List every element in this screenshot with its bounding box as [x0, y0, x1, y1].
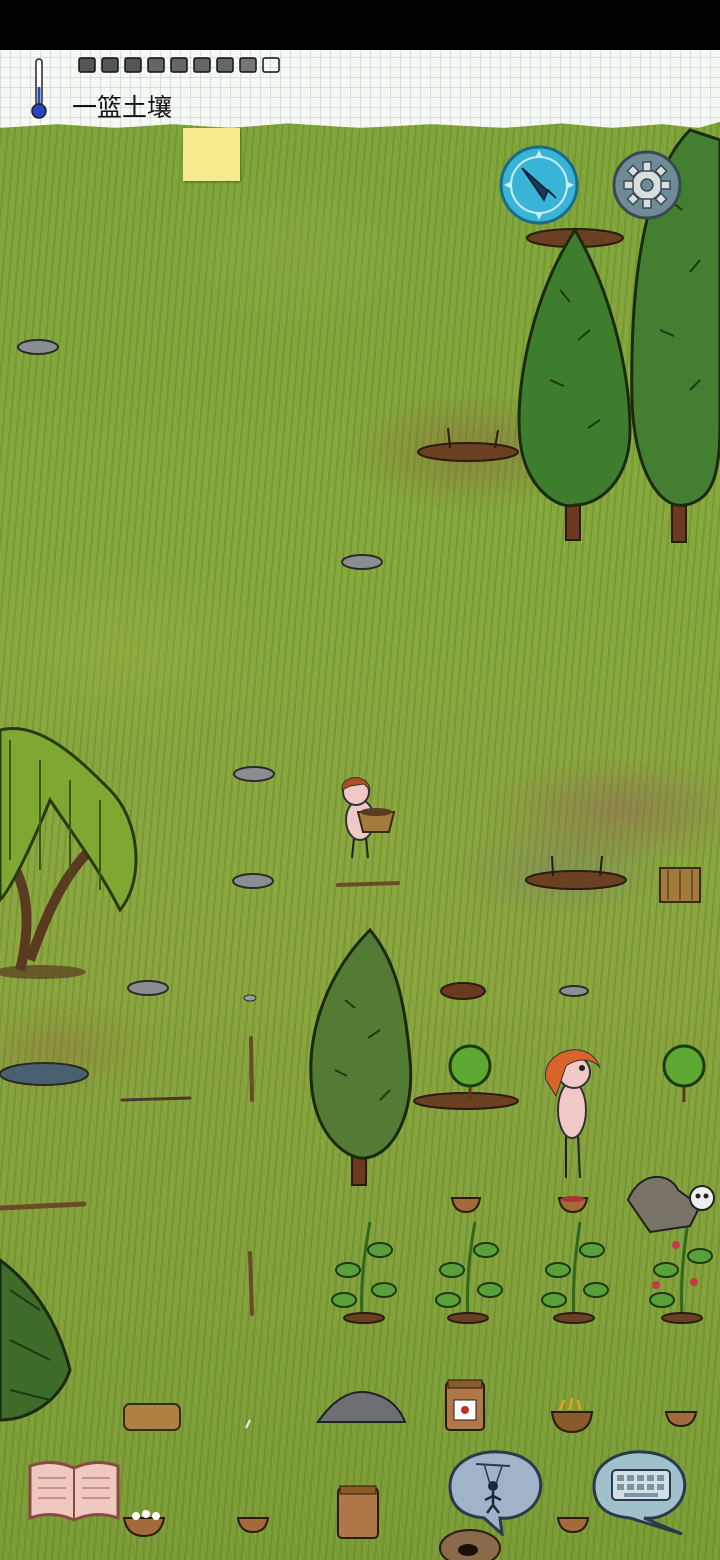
bean-plant[interactable]	[331, 1221, 397, 1324]
branch[interactable]	[336, 881, 400, 887]
food-pip-icon	[147, 57, 165, 73]
straw-bundle[interactable]	[123, 1403, 181, 1431]
clay-bowl[interactable]	[664, 1411, 698, 1428]
reed-bundle[interactable]	[659, 867, 701, 903]
long-shaft[interactable]	[249, 1036, 254, 1102]
pebble[interactable]	[243, 994, 257, 1002]
juniper-tree[interactable]	[309, 927, 413, 1186]
basket-of-carrots[interactable]	[550, 1397, 594, 1434]
gear-icon[interactable]	[612, 150, 682, 220]
food-pip-icon	[239, 57, 257, 73]
note-icon[interactable]	[183, 128, 240, 181]
rock[interactable]	[233, 766, 275, 782]
food-pip-icon	[124, 57, 142, 73]
rose-bush[interactable]	[649, 1221, 713, 1324]
book-icon[interactable]	[26, 1456, 122, 1526]
food-meter	[78, 56, 280, 78]
game-screen: 一篮土壤	[0, 0, 720, 1560]
player-character[interactable]	[341, 777, 396, 859]
rock[interactable]	[17, 339, 59, 355]
gooseberry-bush[interactable]	[662, 1044, 706, 1102]
puppet-icon[interactable]	[440, 1446, 548, 1536]
juniper-tree[interactable]	[517, 227, 632, 541]
stake[interactable]	[248, 1251, 254, 1316]
dirt-furrow[interactable]	[413, 1092, 519, 1110]
dirt-furrow[interactable]	[417, 427, 519, 462]
rock[interactable]	[127, 980, 169, 996]
clay-bowl[interactable]	[236, 1517, 270, 1534]
big-rock[interactable]	[316, 1390, 407, 1423]
crock[interactable]	[337, 1485, 379, 1539]
gooseberry-bush[interactable]	[448, 1044, 492, 1100]
bones[interactable]	[626, 1176, 715, 1234]
bean-plant[interactable]	[541, 1221, 609, 1324]
rock[interactable]	[232, 873, 274, 889]
dirt-furrow[interactable]	[525, 855, 627, 890]
thermometer-icon	[28, 57, 50, 121]
world-scene	[0, 128, 720, 1560]
dirt-mound[interactable]	[440, 982, 486, 1000]
clay-bowl[interactable]	[556, 1517, 590, 1534]
game-world[interactable]	[0, 50, 720, 1560]
food-pip-icon	[170, 57, 188, 73]
willow-tree[interactable]	[0, 727, 138, 979]
status-bar	[0, 0, 720, 50]
food-pip-icon	[101, 57, 119, 73]
flint-chips[interactable]	[559, 985, 589, 997]
rock[interactable]	[341, 554, 383, 570]
bean-plant[interactable]	[435, 1221, 503, 1324]
long-branch[interactable]	[0, 1201, 87, 1211]
crock[interactable]	[445, 1379, 485, 1431]
pine-tree[interactable]	[0, 1258, 72, 1422]
food-pip-icon	[78, 57, 96, 73]
bowl-of-eggs[interactable]	[122, 1510, 166, 1538]
held-item-label: 一篮土壤	[72, 93, 173, 122]
bowl-of-berries[interactable]	[557, 1196, 589, 1214]
arrow[interactable]	[120, 1096, 192, 1102]
food-pip-icon	[216, 57, 234, 73]
keyboard-icon[interactable]	[586, 1446, 694, 1536]
clay-bowl[interactable]	[450, 1197, 482, 1214]
food-pip-icon	[262, 57, 280, 73]
flint-shard[interactable]	[245, 1419, 251, 1429]
other-player[interactable]	[545, 1049, 601, 1179]
pond[interactable]	[0, 1062, 89, 1086]
food-pip-icon	[193, 57, 211, 73]
compass-icon[interactable]	[498, 144, 580, 226]
